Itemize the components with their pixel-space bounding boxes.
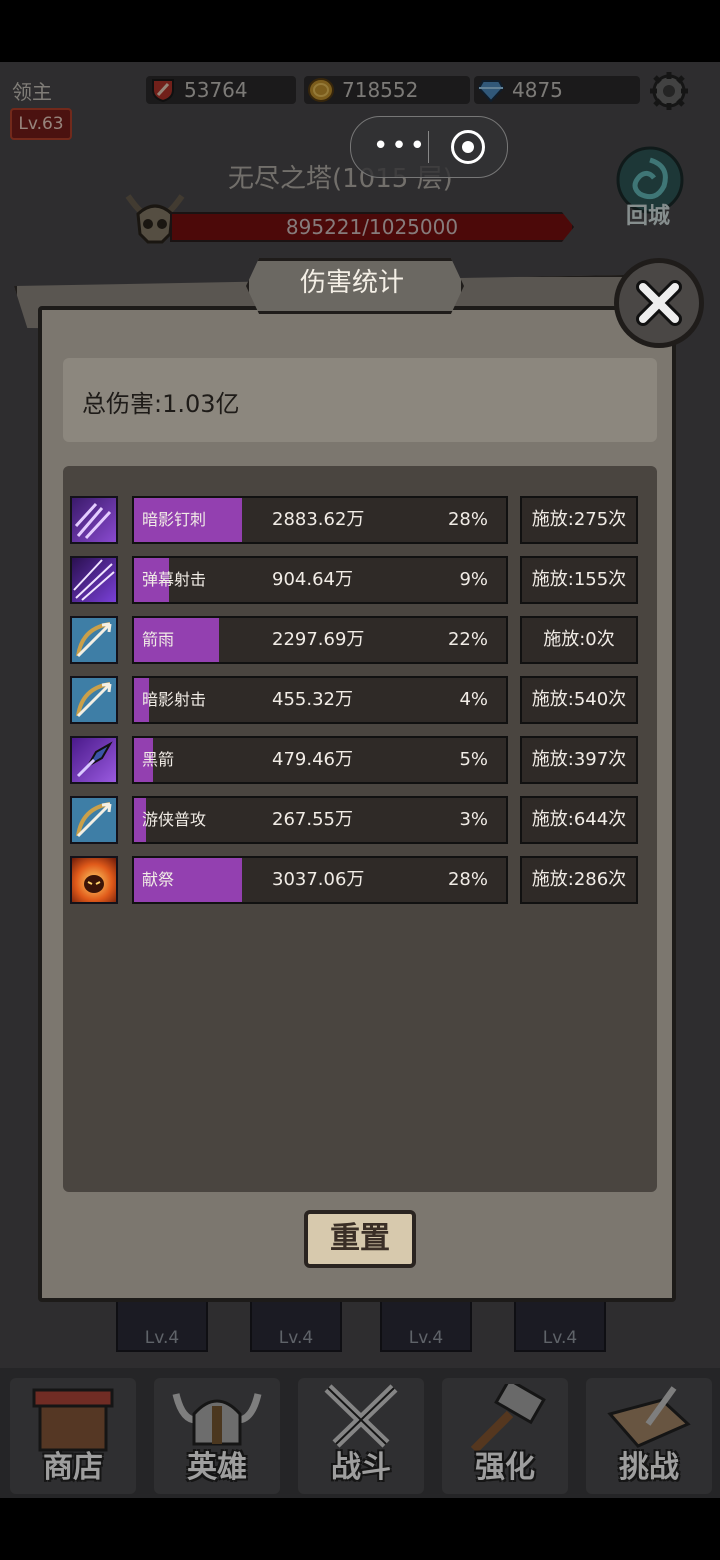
skill-damage: 2297.69万 xyxy=(272,629,365,650)
skill-percent: 22% xyxy=(447,629,488,650)
exit-mini-program-icon[interactable] xyxy=(451,130,485,164)
reset-button[interactable]: 重置 xyxy=(304,1210,416,1268)
black-arrow-icon xyxy=(70,736,118,784)
skill-damage: 267.55万 xyxy=(272,809,353,830)
cast-count: 施放:540次 xyxy=(520,676,638,724)
damage-row: 箭雨 2297.69万 22% 施放:0次 xyxy=(70,616,640,664)
mini-program-capsule: ••• xyxy=(350,116,508,178)
total-damage-text: 总伤害:1.03亿 xyxy=(82,390,240,418)
shadow-shot-icon xyxy=(70,676,118,724)
damage-bar: 暗影钉刺 2883.62万 28% xyxy=(132,496,508,544)
skill-percent: 3% xyxy=(459,809,488,830)
skill-name: 弹幕射击 xyxy=(142,570,207,589)
cast-count: 施放:155次 xyxy=(520,556,638,604)
skill-damage: 3037.06万 xyxy=(272,869,365,890)
sacrifice-icon xyxy=(70,856,118,904)
damage-row: 弹幕射击 904.64万 9% 施放:155次 xyxy=(70,556,640,604)
damage-row: 暗影射击 455.32万 4% 施放:540次 xyxy=(70,676,640,724)
shadow-spikes-icon xyxy=(70,496,118,544)
close-icon xyxy=(636,280,682,326)
more-menu-button[interactable]: ••• xyxy=(373,131,428,161)
skill-name: 献祭 xyxy=(142,870,175,889)
capsule-divider xyxy=(428,131,429,163)
skill-percent: 5% xyxy=(459,749,488,770)
damage-bar: 游侠普攻 267.55万 3% xyxy=(132,796,508,844)
skill-name: 黑箭 xyxy=(142,750,175,769)
damage-row: 黑箭 479.46万 5% 施放:397次 xyxy=(70,736,640,784)
arrow-rain-icon xyxy=(70,616,118,664)
cast-count: 施放:275次 xyxy=(520,496,638,544)
damage-stats-modal: 伤害统计 总伤害:1.03亿 暗影钉刺 2883.62万 28% 施放:275次… xyxy=(0,0,720,1560)
skill-percent: 9% xyxy=(459,569,488,590)
damage-row: 游侠普攻 267.55万 3% 施放:644次 xyxy=(70,796,640,844)
skill-name: 箭雨 xyxy=(142,630,175,649)
modal-title: 伤害统计 xyxy=(299,268,404,298)
skill-name: 游侠普攻 xyxy=(142,810,207,829)
damage-bar: 暗影射击 455.32万 4% xyxy=(132,676,508,724)
cast-count: 施放:286次 xyxy=(520,856,638,904)
damage-bar: 献祭 3037.06万 28% xyxy=(132,856,508,904)
skill-damage: 479.46万 xyxy=(272,749,353,770)
skill-name: 暗影钉刺 xyxy=(142,510,207,529)
barrage-shot-icon xyxy=(70,556,118,604)
skill-damage: 455.32万 xyxy=(272,689,353,710)
close-button[interactable] xyxy=(614,258,704,348)
skill-percent: 28% xyxy=(447,509,488,530)
skill-damage: 2883.62万 xyxy=(272,509,365,530)
damage-bar: 弹幕射击 904.64万 9% xyxy=(132,556,508,604)
skill-name: 暗影射击 xyxy=(142,690,207,709)
skill-percent: 4% xyxy=(459,689,488,710)
cast-count: 施放:0次 xyxy=(520,616,638,664)
cast-count: 施放:397次 xyxy=(520,736,638,784)
damage-bar: 箭雨 2297.69万 22% xyxy=(132,616,508,664)
damage-row: 献祭 3037.06万 28% 施放:286次 xyxy=(70,856,640,904)
damage-row: 暗影钉刺 2883.62万 28% 施放:275次 xyxy=(70,496,640,544)
skill-damage: 904.64万 xyxy=(272,569,353,590)
cast-count: 施放:644次 xyxy=(520,796,638,844)
damage-bar: 黑箭 479.46万 5% xyxy=(132,736,508,784)
ranger-attack-icon xyxy=(70,796,118,844)
skill-percent: 28% xyxy=(447,869,488,890)
